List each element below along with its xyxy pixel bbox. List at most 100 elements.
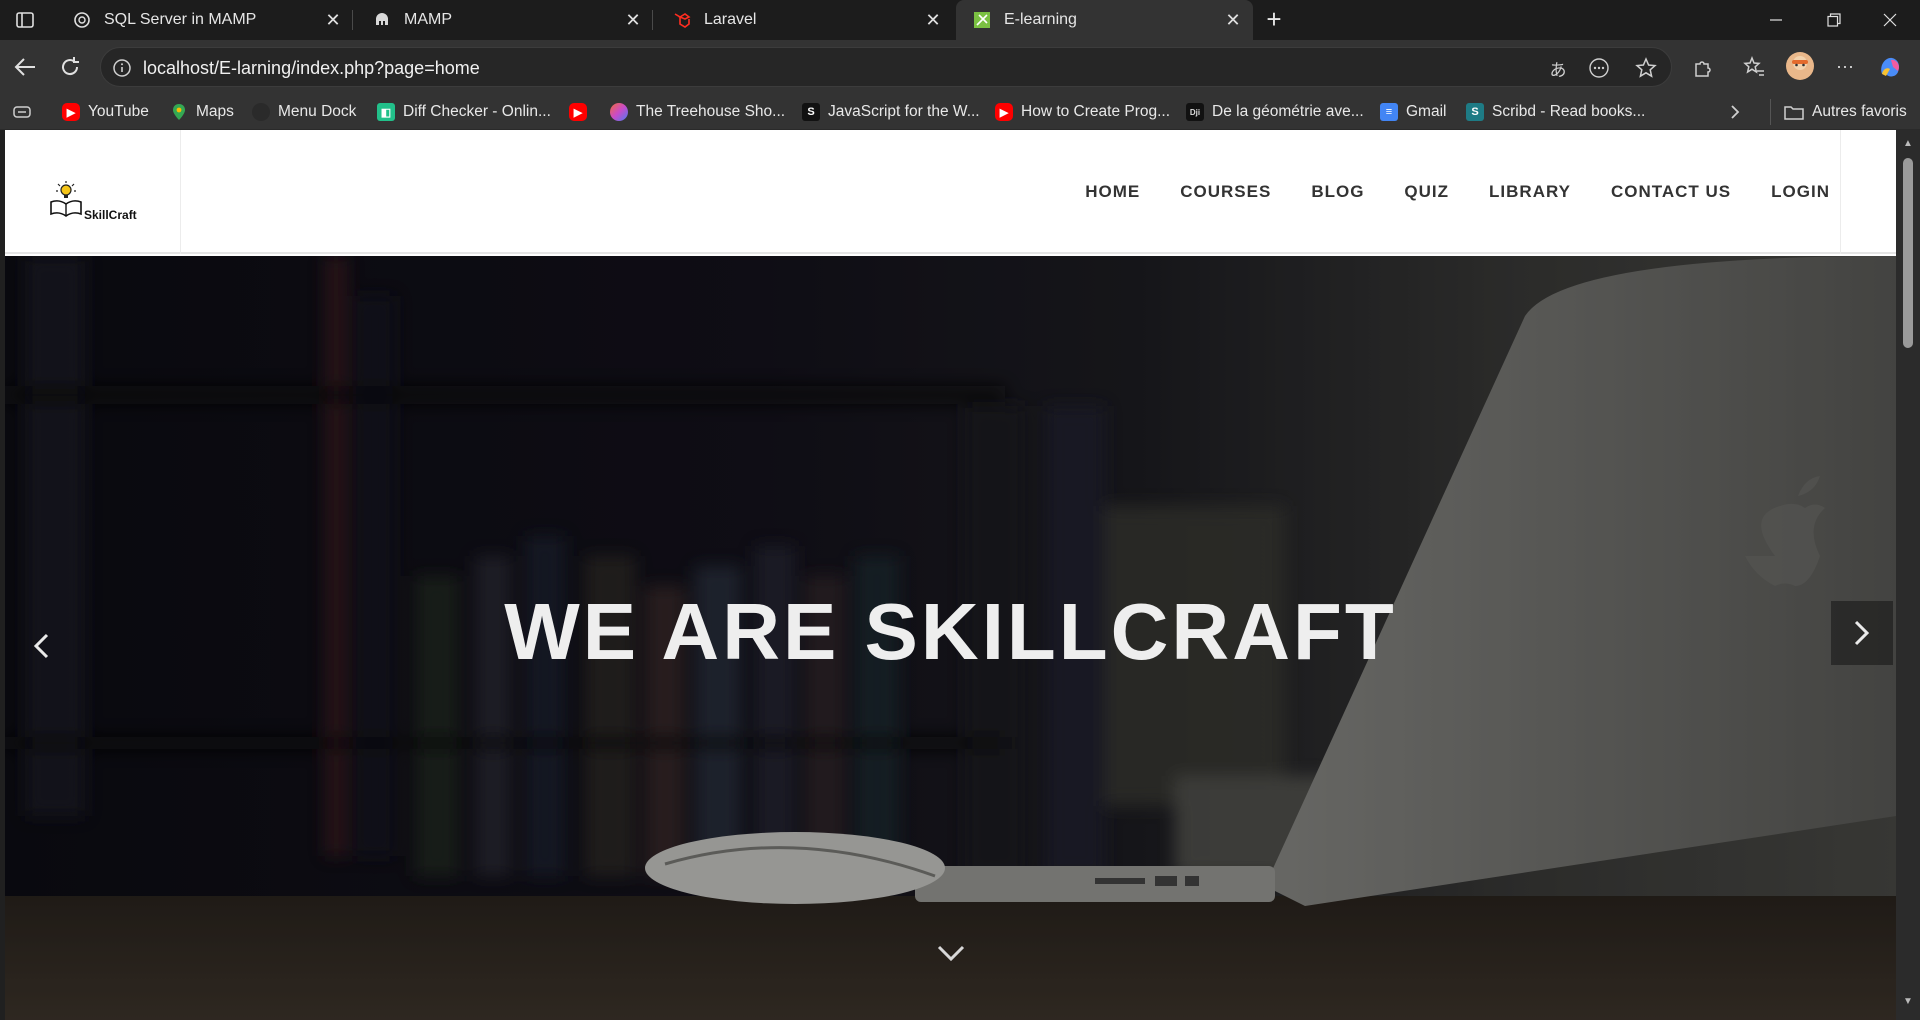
hero-title: WE ARE SKILLCRAFT	[504, 587, 1397, 676]
tab-laravel[interactable]: Laravel ✕	[656, 0, 953, 40]
back-arrow-icon	[14, 58, 35, 76]
diff-checker-icon: ◧	[377, 103, 395, 121]
chevron-down-icon	[937, 945, 965, 962]
tab-separator	[652, 10, 653, 30]
minimize-button[interactable]	[1748, 0, 1804, 40]
bookmark-how-to-create[interactable]: ▶ How to Create Prog...	[995, 100, 1170, 124]
hero-slider: WE ARE SKILLCRAFT	[5, 256, 1896, 1020]
youtube-icon: ▶	[62, 103, 80, 121]
scroll-down-button[interactable]	[929, 938, 973, 968]
nav-home[interactable]: HOME	[1085, 182, 1140, 202]
restore-button[interactable]	[1806, 0, 1862, 40]
bookmark-label: Maps	[196, 103, 234, 120]
more-page-actions-icon[interactable]	[1587, 56, 1611, 80]
bookmark-javascript[interactable]: S JavaScript for the W...	[802, 100, 980, 124]
s-icon: S	[802, 103, 820, 121]
other-favorites-folder[interactable]: Autres favoris	[1784, 100, 1907, 124]
scroll-down-arrow-icon[interactable]: ▼	[1902, 996, 1914, 1008]
tab-group-icon	[13, 106, 31, 118]
tab-e-learning[interactable]: E-learning ✕	[956, 0, 1253, 40]
lightbulb-book-logo-icon	[50, 181, 82, 217]
maps-icon	[170, 103, 188, 121]
page-scrollbar[interactable]: ▲ ▼	[1896, 130, 1920, 1020]
bookmarks-bar: ▶ YouTube Maps Menu Dock ◧ Diff Checker …	[0, 94, 1920, 130]
reload-icon	[62, 57, 79, 76]
site-logo[interactable]: SkillCraft	[5, 130, 181, 254]
restore-icon	[1827, 13, 1841, 27]
bookmark-label: Menu Dock	[278, 103, 357, 120]
address-bar[interactable]: localhost/E-larning/index.php?page=home …	[100, 47, 1672, 87]
translate-icon[interactable]: あ	[1546, 56, 1570, 80]
bookmarks-overflow-button[interactable]	[1729, 100, 1741, 124]
tab-title: SQL Server in MAMP	[104, 11, 257, 28]
bookmark-gmail[interactable]: ≡ Gmail	[1380, 100, 1446, 124]
scroll-thumb[interactable]	[1903, 158, 1913, 348]
bookmark-youtube[interactable]: ▶ YouTube	[62, 100, 149, 124]
nav-contact-us[interactable]: CONTACT US	[1611, 182, 1731, 202]
nav-blog[interactable]: BLOG	[1311, 182, 1364, 202]
tab-title: Laravel	[704, 11, 757, 28]
page-viewport: SkillCraft HOME COURSES BLOG QUIZ LIBRAR…	[5, 130, 1896, 1020]
gdocs-icon: ≡	[1380, 103, 1398, 121]
bookmark-youtube-2[interactable]: ▶	[569, 100, 595, 124]
scribd-icon: S	[1466, 103, 1484, 121]
tab-title: MAMP	[404, 11, 452, 28]
close-icon	[1883, 13, 1897, 27]
browser-toolbar: localhost/E-larning/index.php?page=home …	[0, 40, 1920, 94]
bookmark-geometrie[interactable]: Dji De la géométrie ave...	[1186, 100, 1364, 124]
bookmark-label: YouTube	[88, 103, 149, 120]
nav-library[interactable]: LIBRARY	[1489, 182, 1571, 202]
favorite-star-icon[interactable]	[1634, 56, 1658, 80]
bookmarks-divider	[1770, 99, 1771, 125]
minimize-icon	[1770, 19, 1782, 21]
bookmark-group-icon-button[interactable]	[12, 100, 32, 124]
close-window-button[interactable]	[1862, 0, 1918, 40]
favorites-icon[interactable]	[1740, 53, 1768, 81]
scroll-up-arrow-icon[interactable]: ▲	[1902, 138, 1914, 150]
bookmark-menu-dock[interactable]: Menu Dock	[252, 100, 356, 124]
bookmark-treehouse[interactable]: The Treehouse Sho...	[610, 100, 785, 124]
nav-quiz[interactable]: QUIZ	[1404, 182, 1449, 202]
bookmark-label: The Treehouse Sho...	[636, 103, 786, 120]
tab-sql-server[interactable]: SQL Server in MAMP ✕	[56, 0, 353, 40]
bookmark-diff-checker[interactable]: ◧ Diff Checker - Onlin...	[377, 100, 551, 124]
site-header: SkillCraft HOME COURSES BLOG QUIZ LIBRAR…	[5, 130, 1896, 254]
nav-login[interactable]: LOGIN	[1771, 182, 1830, 202]
chevron-left-icon	[33, 633, 49, 659]
bookmark-scribd[interactable]: S Scribd - Read books...	[1466, 100, 1645, 124]
page-icon	[972, 10, 992, 30]
close-icon[interactable]: ✕	[323, 10, 343, 30]
laravel-icon	[672, 10, 692, 30]
menu-dock-icon	[252, 103, 270, 121]
treehouse-icon	[610, 103, 628, 121]
sidebar-icon	[16, 12, 34, 28]
tab-title: E-learning	[1004, 11, 1077, 28]
reload-button[interactable]	[55, 52, 85, 82]
close-icon[interactable]: ✕	[1223, 10, 1243, 30]
extensions-icon[interactable]	[1689, 53, 1717, 81]
tab-strip: SQL Server in MAMP ✕ MAMP ✕ Laravel ✕ E-…	[0, 0, 1920, 40]
tab-actions-button[interactable]	[10, 8, 40, 32]
url-text[interactable]: localhost/E-larning/index.php?page=home	[143, 58, 480, 79]
profile-avatar[interactable]	[1784, 50, 1816, 82]
youtube-icon: ▶	[569, 103, 587, 121]
close-icon[interactable]: ✕	[923, 10, 943, 30]
bookmark-label: How to Create Prog...	[1021, 103, 1171, 120]
new-tab-button[interactable]: +	[1260, 6, 1288, 34]
bookmark-label: Diff Checker - Onlin...	[403, 103, 551, 120]
bookmark-maps[interactable]: Maps	[170, 100, 234, 124]
tab-mamp[interactable]: MAMP ✕	[356, 0, 653, 40]
openai-icon	[72, 10, 92, 30]
settings-more-icon[interactable]: ⋯	[1831, 53, 1859, 81]
bookmark-label: Gmail	[1406, 103, 1447, 120]
bookmark-label: JavaScript for the W...	[828, 103, 980, 120]
copilot-icon[interactable]	[1876, 53, 1904, 81]
site-info-icon[interactable]	[111, 57, 133, 79]
bookmark-label: Scribd - Read books...	[1492, 103, 1646, 120]
main-nav: HOME COURSES BLOG QUIZ LIBRARY CONTACT U…	[1045, 182, 1830, 202]
slider-next-button[interactable]	[1831, 601, 1893, 665]
close-icon[interactable]: ✕	[623, 10, 643, 30]
slider-prev-button[interactable]	[21, 616, 61, 676]
nav-courses[interactable]: COURSES	[1180, 182, 1271, 202]
back-button[interactable]	[10, 52, 40, 82]
